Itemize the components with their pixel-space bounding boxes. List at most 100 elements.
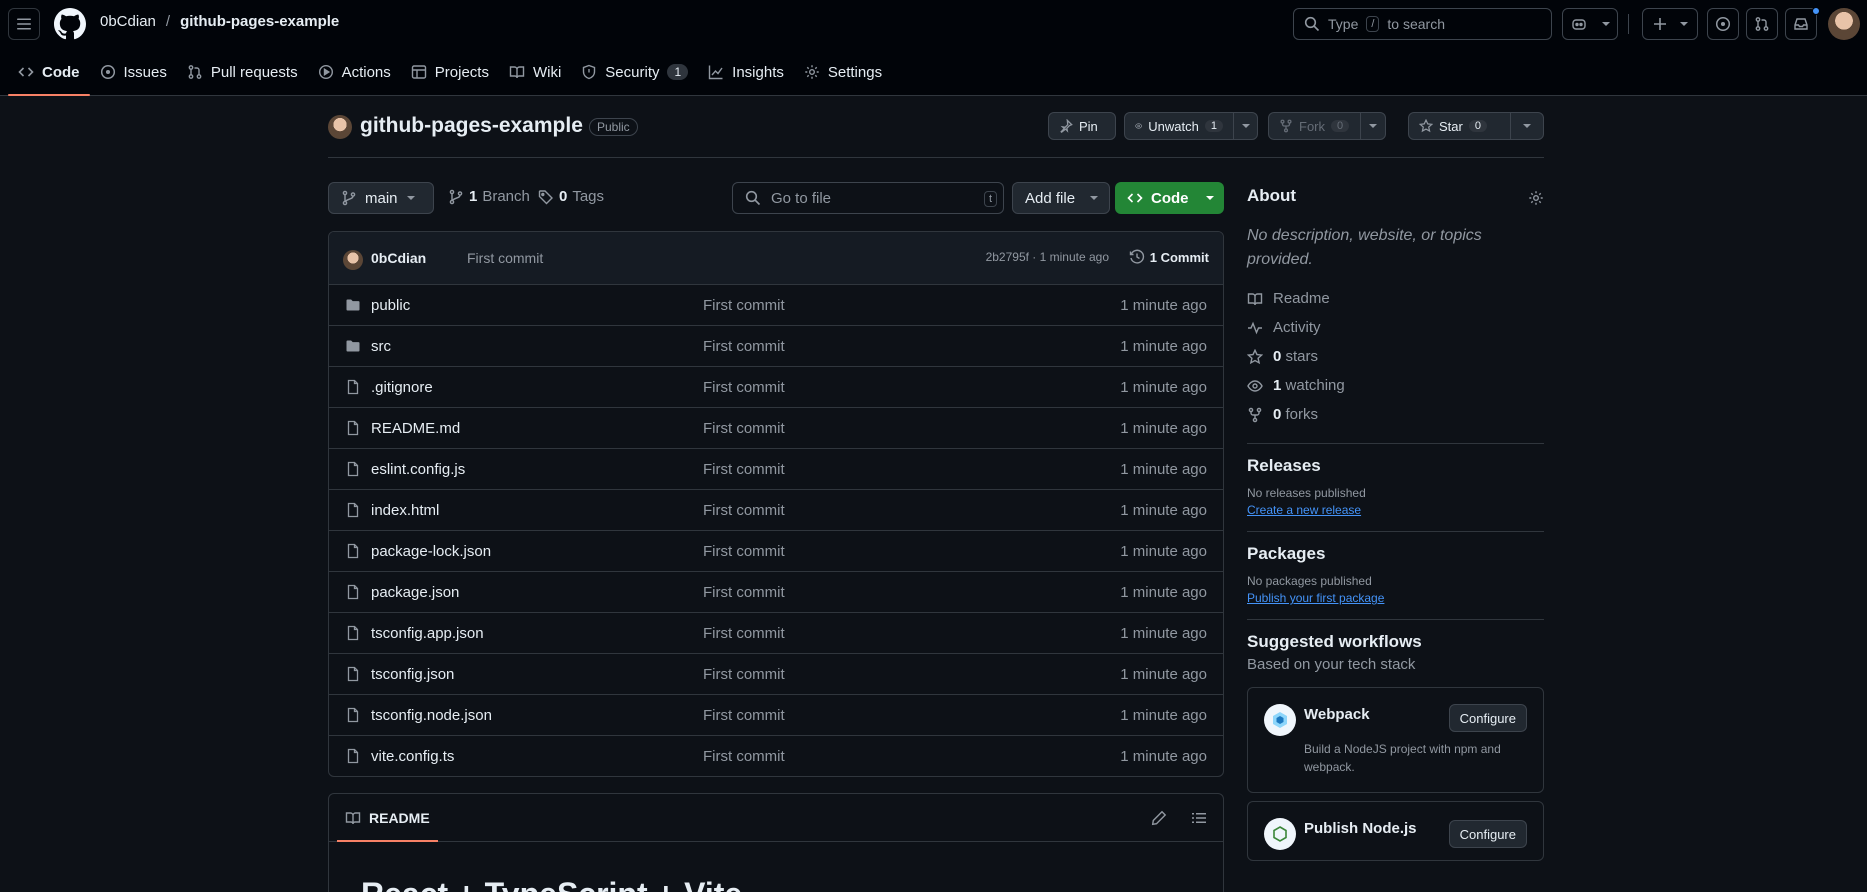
- file-row[interactable]: .gitignore First commit 1 minute ago: [329, 367, 1223, 408]
- commit-author[interactable]: 0bCdian: [371, 250, 426, 266]
- readme-link[interactable]: Readme: [1247, 284, 1544, 313]
- tab-projects[interactable]: Projects: [401, 48, 499, 96]
- forks-link[interactable]: 0 forks: [1247, 400, 1544, 429]
- breadcrumb-repo[interactable]: github-pages-example: [180, 13, 339, 30]
- pencil-icon[interactable]: [1151, 810, 1167, 826]
- gear-icon[interactable]: [1528, 190, 1544, 206]
- copilot-button[interactable]: [1562, 8, 1618, 40]
- file-commit-message[interactable]: First commit: [703, 584, 785, 601]
- file-commit-message[interactable]: First commit: [703, 543, 785, 560]
- tab-pull-requests[interactable]: Pull requests: [177, 48, 308, 96]
- file-name-link[interactable]: eslint.config.js: [371, 461, 465, 478]
- user-avatar[interactable]: [1828, 8, 1860, 40]
- file-commit-message[interactable]: First commit: [703, 338, 785, 355]
- file-name-link[interactable]: src: [371, 338, 391, 355]
- file-commit-time: 1 minute ago: [1120, 379, 1207, 396]
- file-commit-message[interactable]: First commit: [703, 502, 785, 519]
- file-commit-message[interactable]: First commit: [703, 666, 785, 683]
- file-commit-time: 1 minute ago: [1120, 502, 1207, 519]
- file-commit-message[interactable]: First commit: [703, 748, 785, 765]
- commit-history-link[interactable]: 1 Commit: [1129, 249, 1209, 265]
- tab-insights[interactable]: Insights: [698, 48, 794, 96]
- file-row[interactable]: tsconfig.node.json First commit 1 minute a…: [329, 695, 1223, 736]
- activity-link[interactable]: Activity: [1247, 313, 1544, 342]
- publish-package-link[interactable]: Publish your first package: [1247, 591, 1384, 605]
- packages-title[interactable]: Packages: [1247, 544, 1544, 564]
- file-commit-message[interactable]: First commit: [703, 625, 785, 642]
- file-row[interactable]: package-lock.json First commit 1 minute ag…: [329, 531, 1223, 572]
- unwatch-button[interactable]: Unwatch 1: [1124, 112, 1258, 140]
- file-name-link[interactable]: tsconfig.json: [371, 666, 454, 683]
- configure-button[interactable]: Configure: [1448, 820, 1527, 848]
- file-row[interactable]: tsconfig.app.json First commit 1 minute ag…: [329, 613, 1223, 654]
- create-release-link[interactable]: Create a new release: [1247, 503, 1361, 517]
- fork-icon: [1248, 407, 1262, 422]
- shield-icon: [583, 64, 596, 80]
- file-commit-message[interactable]: First commit: [703, 461, 785, 478]
- releases-title[interactable]: Releases: [1247, 456, 1544, 476]
- code-dropdown-button[interactable]: Code: [1115, 182, 1224, 214]
- file-row[interactable]: tsconfig.json First commit 1 minute ago: [329, 654, 1223, 695]
- tab-issues[interactable]: Issues: [90, 48, 177, 96]
- star-button[interactable]: Star 0: [1408, 112, 1544, 140]
- file-row[interactable]: src First commit 1 minute ago: [329, 326, 1223, 367]
- open-menu-button[interactable]: [8, 8, 40, 40]
- file-row[interactable]: public First commit 1 minute ago: [329, 285, 1223, 326]
- stars-link[interactable]: 0 stars: [1247, 342, 1544, 371]
- unwatch-menu-toggle[interactable]: [1233, 113, 1257, 139]
- tab-wiki[interactable]: Wiki: [499, 48, 571, 96]
- file-commit-message[interactable]: First commit: [703, 420, 785, 437]
- star-menu-toggle[interactable]: [1509, 113, 1543, 139]
- file-name-link[interactable]: README.md: [371, 420, 460, 437]
- add-file-button[interactable]: Add file: [1012, 182, 1110, 214]
- tab-security[interactable]: Security 1: [571, 48, 698, 96]
- watching-link[interactable]: 1 watching: [1247, 371, 1544, 400]
- file-name-link[interactable]: vite.config.ts: [371, 748, 454, 765]
- file-list: 0bCdian First commit 2b2795f · 1 minute …: [328, 231, 1224, 777]
- readme-tab[interactable]: README: [337, 794, 438, 842]
- tab-actions[interactable]: Actions: [308, 48, 401, 96]
- tags-link[interactable]: 0 Tags: [538, 188, 604, 205]
- file-name-link[interactable]: tsconfig.node.json: [371, 707, 492, 724]
- global-search-input[interactable]: Type / to search: [1293, 8, 1552, 40]
- file-row[interactable]: eslint.config.js First commit 1 minute ago: [329, 449, 1223, 490]
- file-row[interactable]: README.md First commit 1 minute ago: [329, 408, 1223, 449]
- breadcrumb-owner[interactable]: 0bCdian: [100, 13, 156, 30]
- file-name-link[interactable]: package-lock.json: [371, 543, 491, 560]
- file-name-link[interactable]: public: [371, 297, 410, 314]
- go-to-file-input[interactable]: Go to file t: [732, 182, 1004, 214]
- fork-button[interactable]: Fork 0: [1268, 112, 1386, 140]
- create-new-button[interactable]: [1642, 8, 1698, 40]
- commit-hash-time[interactable]: 2b2795f · 1 minute ago: [986, 250, 1109, 264]
- repo-title[interactable]: github-pages-example: [360, 114, 583, 138]
- file-name-link[interactable]: .gitignore: [371, 379, 433, 396]
- github-home-link[interactable]: [54, 8, 86, 40]
- file-icon: [345, 707, 361, 723]
- issues-shortcut-button[interactable]: [1707, 8, 1739, 40]
- pull-request-icon: [188, 65, 202, 79]
- pull-requests-shortcut-button[interactable]: [1746, 8, 1778, 40]
- repo-owner-avatar[interactable]: [328, 115, 352, 139]
- nodejs-icon: [1264, 818, 1296, 850]
- fork-menu-toggle[interactable]: [1359, 113, 1385, 139]
- issue-opened-icon: [1715, 16, 1731, 32]
- file-commit-message[interactable]: First commit: [703, 297, 785, 314]
- file-name-link[interactable]: tsconfig.app.json: [371, 625, 484, 642]
- branch-selector[interactable]: main: [328, 182, 434, 214]
- file-commit-message[interactable]: First commit: [703, 379, 785, 396]
- file-row[interactable]: package.json First commit 1 minute ago: [329, 572, 1223, 613]
- commit-author-avatar[interactable]: [343, 250, 363, 270]
- configure-button[interactable]: Configure: [1448, 704, 1527, 732]
- file-row[interactable]: index.html First commit 1 minute ago: [329, 490, 1223, 531]
- file-row[interactable]: vite.config.ts First commit 1 minute ago: [329, 736, 1223, 776]
- tab-label: Wiki: [532, 63, 562, 81]
- pin-button[interactable]: Pin: [1048, 112, 1116, 140]
- commit-message[interactable]: First commit: [467, 250, 543, 266]
- branches-link[interactable]: 1 Branch: [448, 188, 530, 205]
- file-name-link[interactable]: package.json: [371, 584, 459, 601]
- tab-settings[interactable]: Settings: [794, 48, 892, 96]
- list-icon[interactable]: [1191, 810, 1207, 826]
- tab-code[interactable]: Code: [8, 48, 90, 96]
- file-commit-message[interactable]: First commit: [703, 707, 785, 724]
- file-name-link[interactable]: index.html: [371, 502, 439, 519]
